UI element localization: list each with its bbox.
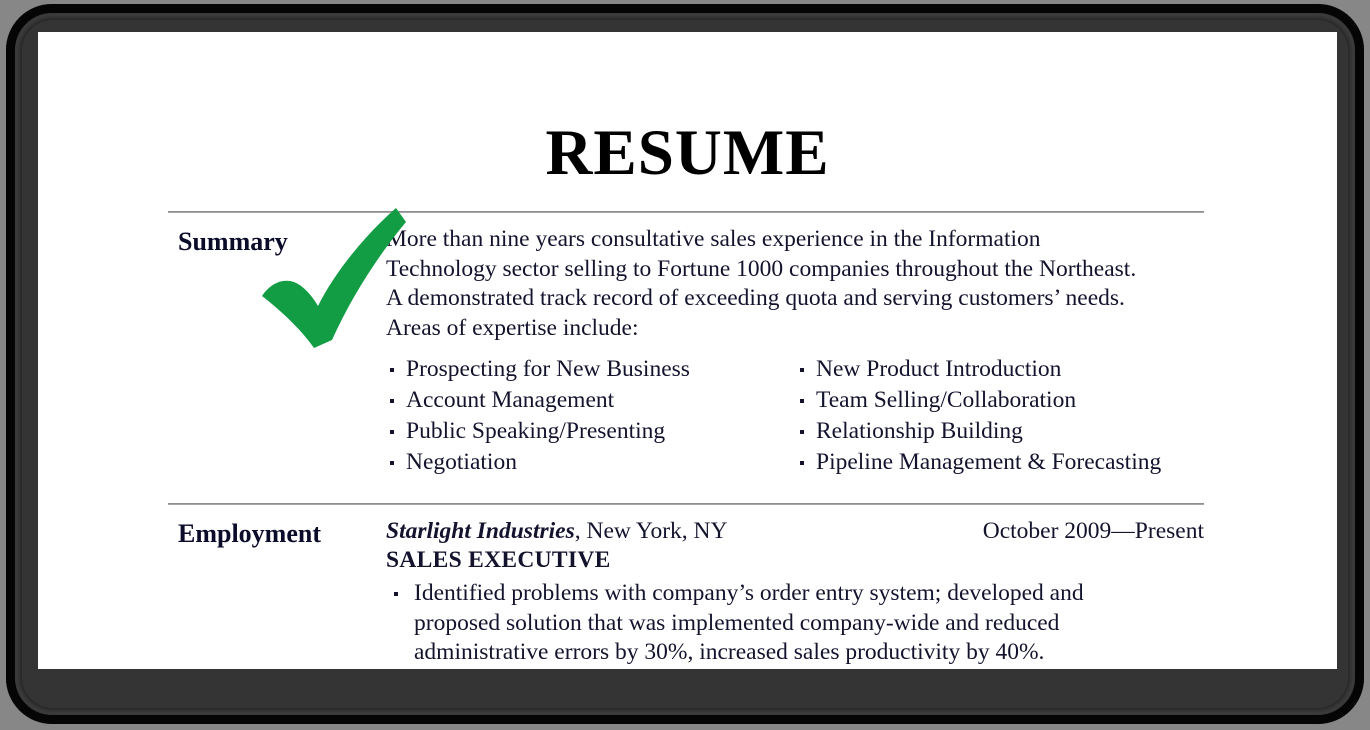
resume-document: RESUME Summary More than nine years cons… xyxy=(38,32,1337,669)
bullet-icon xyxy=(390,399,394,403)
list-item: Account Management xyxy=(386,385,796,416)
employment-headline: Starlight Industries, New York, NY Octob… xyxy=(386,517,1204,546)
list-item: New Product Introduction xyxy=(796,354,1206,385)
summary-line: A demonstrated track record of exceeding… xyxy=(386,285,1125,311)
list-item: Relationship Building xyxy=(796,416,1206,447)
list-item-label: Pipeline Management & Forecasting xyxy=(816,449,1162,475)
section-divider-top xyxy=(168,211,1204,213)
list-item-label: Negotiation xyxy=(406,449,517,475)
expertise-lists: Prospecting for New Business Account Man… xyxy=(386,354,1206,478)
employer-name: Starlight Industries xyxy=(386,518,575,544)
list-item-label: Public Speaking/Presenting xyxy=(406,418,666,444)
employer-location: , New York, NY xyxy=(574,518,728,544)
summary-line: More than nine years consultative sales … xyxy=(386,226,1041,252)
list-item: Identified problems with company’s order… xyxy=(386,579,1174,668)
document-page: RESUME Summary More than nine years cons… xyxy=(38,32,1337,669)
bullet-icon xyxy=(800,430,804,434)
expertise-column-right: New Product Introduction Team Selling/Co… xyxy=(796,354,1206,478)
list-item-label: Relationship Building xyxy=(816,418,1023,444)
job-title: SALES EXECUTIVE xyxy=(386,547,611,573)
employment-dates: October 2009—Present xyxy=(982,518,1204,544)
expertise-column-left: Prospecting for New Business Account Man… xyxy=(386,354,796,478)
list-item: Team Selling/Collaboration xyxy=(796,385,1206,416)
list-item: Pipeline Management & Forecasting xyxy=(796,447,1206,478)
list-item-label: Account Management xyxy=(406,387,615,413)
bullet-icon xyxy=(390,461,394,465)
device-frame: RESUME Summary More than nine years cons… xyxy=(6,4,1364,724)
summary-paragraph: More than nine years consultative sales … xyxy=(386,225,1202,343)
list-item: Public Speaking/Presenting xyxy=(386,416,796,447)
summary-line: Technology sector selling to Fortune 100… xyxy=(386,255,1137,282)
page-title: RESUME xyxy=(545,117,830,189)
bullet-icon xyxy=(800,368,804,372)
employment-achievements: Identified problems with company’s order… xyxy=(386,579,1204,668)
list-item: Negotiation xyxy=(386,447,796,478)
employment-entry: Starlight Industries, New York, NY Octob… xyxy=(386,517,1204,668)
bullet-icon xyxy=(390,430,394,434)
section-label-summary: Summary xyxy=(178,227,288,256)
bullet-icon xyxy=(390,368,394,372)
bullet-icon xyxy=(394,592,398,596)
list-item-label: Identified problems with company’s order… xyxy=(414,580,1084,665)
list-item-label: Prospecting for New Business xyxy=(406,356,690,382)
bullet-icon xyxy=(800,461,804,465)
list-item-label: Team Selling/Collaboration xyxy=(816,387,1077,413)
list-item: Prospecting for New Business xyxy=(386,354,796,385)
summary-line: Areas of expertise include: xyxy=(386,314,639,341)
section-divider-middle xyxy=(168,503,1204,505)
bullet-icon xyxy=(800,399,804,403)
section-label-employment: Employment xyxy=(178,519,321,548)
list-item-label: New Product Introduction xyxy=(816,356,1062,382)
